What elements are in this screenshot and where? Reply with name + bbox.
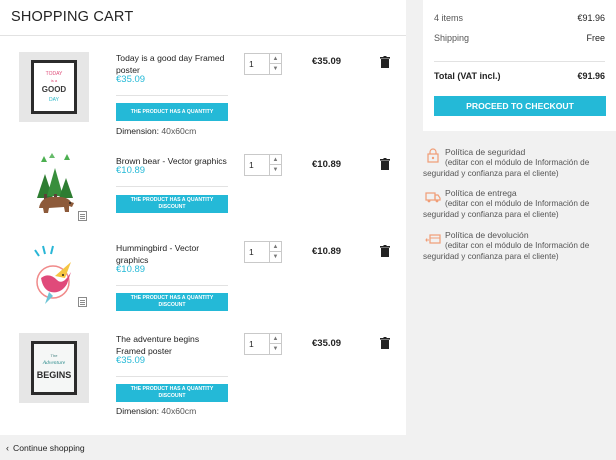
delete-item-icon[interactable] [380,158,390,170]
continue-shopping-label: Continue shopping [13,443,85,453]
shipping-label: Shipping [434,33,470,43]
product-thumbnail[interactable]: The Adventure BEGINS [19,333,89,403]
line-total: €35.09 [312,338,342,349]
delete-item-icon[interactable] [380,337,390,349]
delete-item-icon[interactable] [380,245,390,257]
svg-text:Adventure: Adventure [42,360,66,366]
reassurance-description: (editar con el módulo de Información de … [423,241,590,261]
product-name[interactable]: Today is a good day Framed poster [116,52,231,76]
decrease-quantity-button[interactable]: ▼ [270,252,281,262]
product-dimension: Dimension: 40x60cm [116,126,196,136]
product-price: €10.89 [116,165,146,176]
product-price: €35.09 [116,74,146,85]
shipping-value: Free [586,33,605,43]
decrease-quantity-button[interactable]: ▼ [270,165,281,175]
divider [116,95,228,96]
quantity-input[interactable] [245,242,271,262]
quantity-input[interactable] [245,54,271,74]
quantity-buttons: ▲ ▼ [269,334,281,354]
total-label: Total (VAT incl.) [434,71,501,81]
quantity-discount-badge: THE PRODUCT HAS A QUANTITY DISCOUNT [116,384,228,402]
proceed-to-checkout-button[interactable]: PROCEED TO CHECKOUT [434,96,606,116]
product-price: €35.09 [116,355,146,366]
svg-text:is a: is a [51,78,58,83]
divider [0,35,406,36]
increase-quantity-button[interactable]: ▲ [270,334,281,344]
reassurance-title: Política de entrega [445,188,517,198]
quantity-stepper: ▲ ▼ [244,241,282,263]
quantity-input[interactable] [245,334,271,354]
quantity-buttons: ▲ ▼ [269,155,281,175]
dimension-value: 40x60cm [161,406,197,416]
quantity-buttons: ▲ ▼ [269,54,281,74]
increase-quantity-button[interactable]: ▲ [270,242,281,252]
quantity-input[interactable] [245,155,271,175]
dimension-value: 40x60cm [161,126,197,136]
continue-shopping-link[interactable]: ‹ Continue shopping [6,443,85,453]
delete-item-icon[interactable] [380,56,390,68]
shopping-cart-panel: SHOPPING CART TODAY is a GOOD DAY Today … [0,0,406,435]
svg-text:GOOD: GOOD [42,85,67,94]
increase-quantity-button[interactable]: ▲ [270,155,281,165]
product-name[interactable]: Hummingbird - Vector graphics [116,242,216,266]
divider [116,186,228,187]
svg-text:TODAY: TODAY [46,71,63,77]
reassurance-title: Política de devolución [445,230,529,240]
product-thumbnail[interactable] [19,150,89,220]
svg-text:BEGINS: BEGINS [37,370,72,380]
items-subtotal-value: €91.96 [577,13,605,23]
quantity-stepper: ▲ ▼ [244,154,282,176]
quantity-discount-badge: THE PRODUCT HAS A QUANTITY DISCOUNT [116,293,228,311]
product-dimension: Dimension: 40x60cm [116,406,196,416]
line-total: €10.89 [312,246,342,257]
reassurance-title: Política de seguridad [445,147,526,157]
quantity-stepper: ▲ ▼ [244,53,282,75]
chevron-left-icon: ‹ [6,443,9,453]
cart-summary-panel: 4 items €91.96 Shipping Free Total (VAT … [423,0,616,131]
line-total: €35.09 [312,56,342,67]
decrease-quantity-button[interactable]: ▼ [270,64,281,74]
dimension-label: Dimension: [116,406,159,416]
product-price: €10.89 [116,264,146,275]
line-total: €10.89 [312,159,342,170]
quantity-stepper: ▲ ▼ [244,333,282,355]
dimension-label: Dimension: [116,126,159,136]
product-thumbnail[interactable]: TODAY is a GOOD DAY [19,52,89,122]
document-icon [78,211,87,221]
decrease-quantity-button[interactable]: ▼ [270,344,281,354]
quantity-discount-badge: THE PRODUCT HAS A QUANTITY DISCOUNT [116,195,228,213]
increase-quantity-button[interactable]: ▲ [270,54,281,64]
reassurance-description: (editar con el módulo de Información de … [423,158,590,178]
cart-title: SHOPPING CART [11,9,134,25]
svg-text:DAY: DAY [49,97,60,103]
divider [116,285,228,286]
reassurance-description: (editar con el módulo de Información de … [423,199,590,219]
items-count-label: 4 items [434,13,464,23]
total-value: €91.96 [577,71,605,81]
quantity-discount-badge: THE PRODUCT HAS A QUANTITY DISCOUNT [116,103,228,129]
product-name[interactable]: The adventure begins Framed poster [116,333,216,357]
divider [434,61,605,62]
svg-text:The: The [51,353,59,358]
document-icon [78,297,87,307]
quantity-buttons: ▲ ▼ [269,242,281,262]
divider [116,376,228,377]
